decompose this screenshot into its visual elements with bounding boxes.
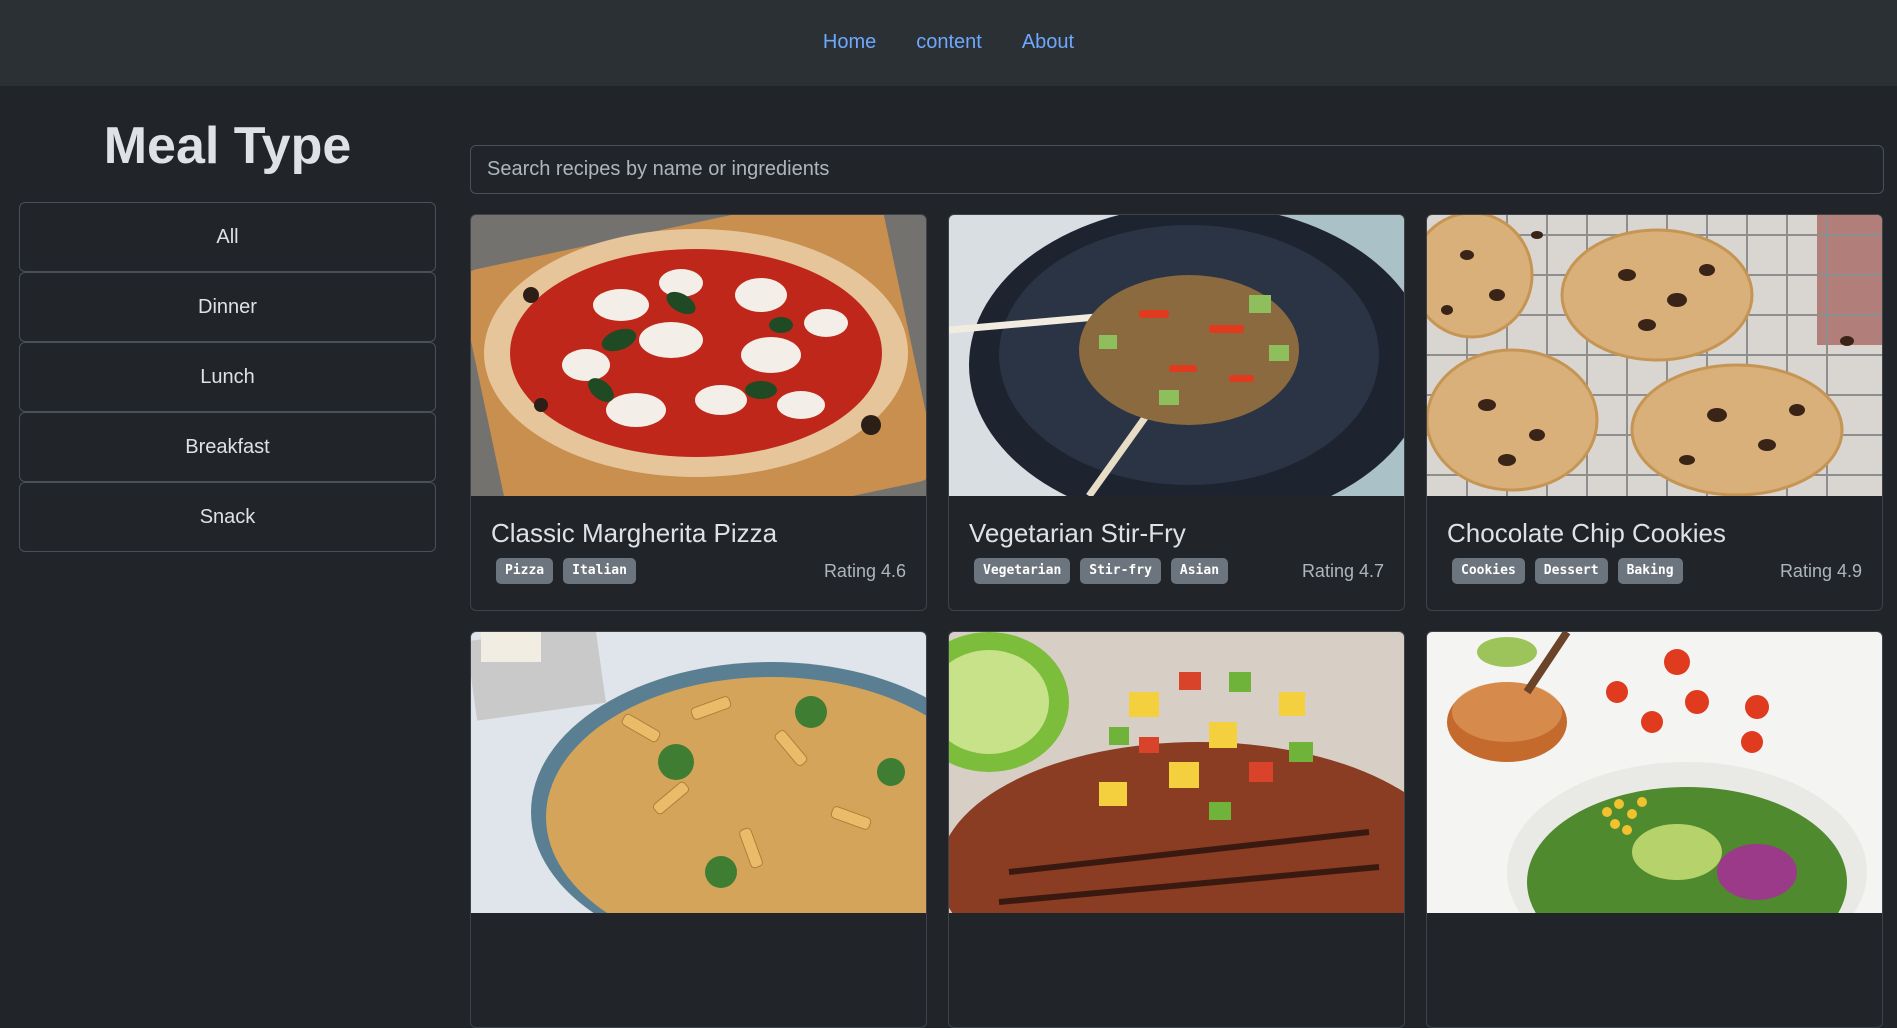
- top-navbar: Home content About: [0, 0, 1897, 86]
- recipe-image-stir-fry: [949, 215, 1404, 496]
- recipe-image-salad: [1427, 632, 1882, 913]
- recipe-card[interactable]: [1426, 631, 1883, 1028]
- nav-link-about[interactable]: About: [1022, 31, 1074, 54]
- recipe-title: Vegetarian Stir-Fry: [969, 518, 1186, 548]
- recipe-title: [969, 933, 1384, 967]
- recipe-tag: Dessert: [1534, 558, 1608, 584]
- nav-link-content[interactable]: content: [916, 31, 982, 54]
- sidebar-title: Meal Type: [103, 117, 352, 175]
- recipe-card[interactable]: [948, 631, 1405, 1028]
- meal-type-snack-button[interactable]: Snack: [19, 482, 436, 552]
- meal-type-all-button[interactable]: All: [19, 202, 436, 272]
- nav-link-home[interactable]: Home: [823, 31, 876, 54]
- recipe-rating: Rating 4.6: [823, 560, 906, 581]
- meal-type-dinner-button[interactable]: Dinner: [19, 272, 436, 342]
- meal-type-lunch-button[interactable]: Lunch: [19, 342, 436, 412]
- recipe-tag: Pizza: [496, 558, 554, 584]
- recipe-rating: Rating 4.9: [1779, 560, 1862, 581]
- recipe-tag: Italian: [563, 558, 636, 584]
- recipe-image-pizza: [471, 215, 926, 496]
- recipe-main: Classic Margherita Pizza Pizza Italian R…: [470, 145, 1884, 1028]
- recipe-image-chicken: [949, 632, 1404, 913]
- recipe-grid: Classic Margherita Pizza Pizza Italian R…: [470, 214, 1884, 1028]
- recipe-tag: Baking: [1617, 558, 1683, 584]
- recipe-title: Chocolate Chip Cookies: [1447, 518, 1726, 548]
- recipe-card[interactable]: Vegetarian Stir-Fry Vegetarian Stir-fry …: [948, 214, 1405, 611]
- meal-type-sidebar: Meal Type All Dinner Lunch Breakfast Sna…: [19, 86, 436, 552]
- recipe-title: [1447, 933, 1862, 967]
- recipe-tag: Stir-fry: [1080, 558, 1161, 584]
- recipe-tag: Vegetarian: [974, 558, 1071, 584]
- recipe-title: [491, 933, 906, 967]
- recipe-image-pasta: [471, 632, 926, 913]
- recipe-card[interactable]: Classic Margherita Pizza Pizza Italian R…: [470, 214, 927, 611]
- recipe-search-input[interactable]: [470, 145, 1884, 194]
- recipe-tag: Cookies: [1452, 558, 1525, 584]
- recipe-card[interactable]: [470, 631, 927, 1028]
- recipe-tag: Asian: [1170, 558, 1229, 584]
- recipe-card[interactable]: Chocolate Chip Cookies Cookies Dessert B…: [1426, 214, 1883, 611]
- recipe-rating: Rating 4.7: [1301, 560, 1384, 581]
- recipe-image-cookies: [1427, 215, 1882, 496]
- recipe-title: Classic Margherita Pizza: [491, 518, 778, 548]
- meal-type-breakfast-button[interactable]: Breakfast: [19, 412, 436, 482]
